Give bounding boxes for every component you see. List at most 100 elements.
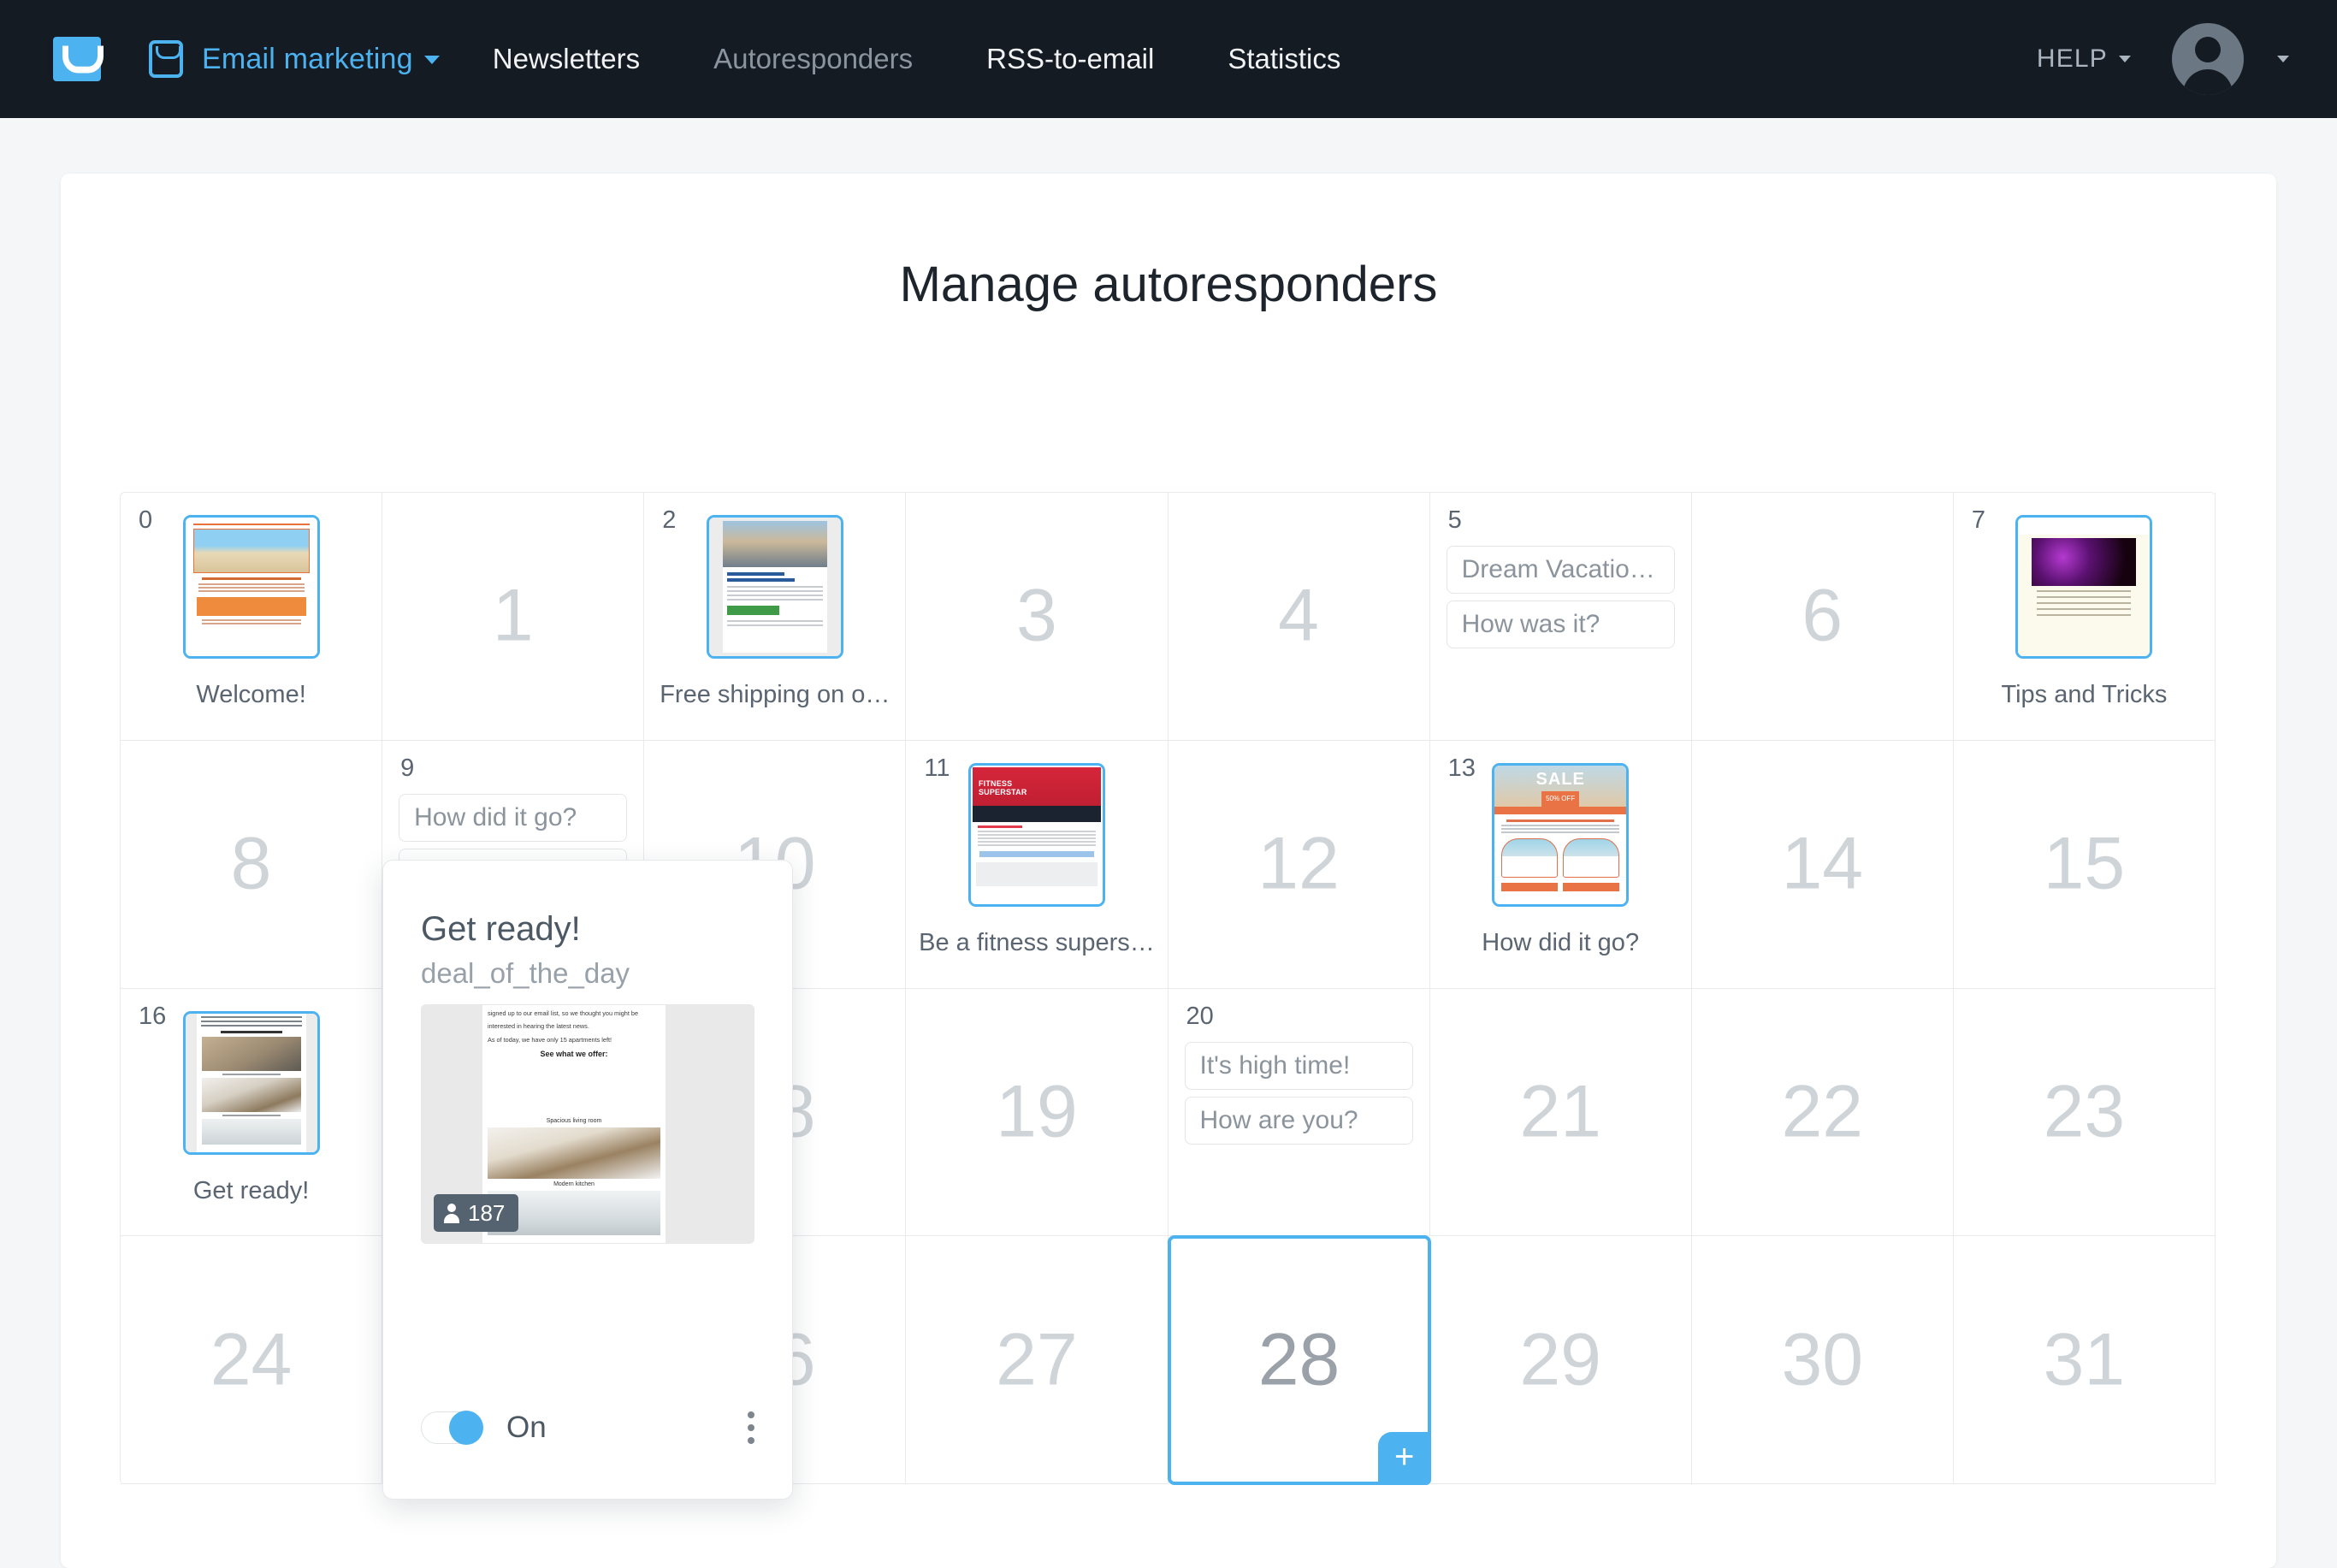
add-autoresponder-button[interactable]: + <box>1377 1432 1431 1485</box>
email-title: Tips and Tricks <box>2001 681 2168 708</box>
calendar-cell-day-20[interactable]: 20 It's high time! How are you? <box>1168 988 1430 1237</box>
nav-right-group: HELP <box>2037 23 2289 95</box>
day-number: 31 <box>2043 1318 2126 1401</box>
email-preview-thumbnail[interactable]: signed up to our email list, so we thoug… <box>421 1004 754 1244</box>
popup-title: Get ready! <box>421 910 581 948</box>
calendar-cell-day-12[interactable]: 12 <box>1168 740 1430 989</box>
avatar[interactable] <box>2172 23 2244 95</box>
calendar-cell-day-16[interactable]: 16 Get ready! <box>121 988 383 1237</box>
day-number: 30 <box>1781 1318 1864 1401</box>
day-number: 12 <box>1257 822 1340 905</box>
autoresponder-pill[interactable]: How are you? <box>1184 1096 1413 1145</box>
preview-line-2: interested in hearing the latest news. <box>488 1022 589 1030</box>
day-number: 19 <box>996 1070 1078 1153</box>
brand-logo-icon[interactable] <box>53 37 101 81</box>
person-icon <box>444 1203 459 1223</box>
calendar-cell-day-8[interactable]: 8 <box>121 740 383 989</box>
nav-link-rss-to-email[interactable]: RSS-to-email <box>986 43 1154 75</box>
day-number: 29 <box>1519 1318 1602 1401</box>
day-number: 7 <box>1971 506 1986 534</box>
day-number: 13 <box>1447 754 1476 782</box>
day-number: 21 <box>1519 1070 1602 1153</box>
calendar-cell-day-2[interactable]: 2 Free shipping on o… <box>644 493 907 741</box>
day-number: 1 <box>492 574 534 657</box>
day-number: 2 <box>662 506 677 534</box>
kebab-menu-icon[interactable] <box>748 1411 754 1444</box>
calendar-cell-day-13[interactable]: 13 SALE 50% OFF How did it go? <box>1429 740 1692 989</box>
calendar-cell-day-5[interactable]: 5 Dream Vacatio… How was it? <box>1429 493 1692 741</box>
nav-link-statistics[interactable]: Statistics <box>1228 43 1340 75</box>
calendar-cell-day-4[interactable]: 4 <box>1168 493 1430 741</box>
calendar-cell-day-6[interactable]: 6 <box>1691 493 1954 741</box>
calendar-cell-day-1[interactable]: 1 <box>382 493 645 741</box>
calendar-cell-day-28[interactable]: 28 + <box>1167 1235 1431 1485</box>
day-number: 20 <box>1186 1002 1214 1030</box>
nav-link-autoresponders[interactable]: Autoresponders <box>713 43 913 75</box>
day-number: 6 <box>1802 574 1843 657</box>
calendar-cell-day-31[interactable]: 31 <box>1953 1236 2216 1484</box>
help-label: HELP <box>2036 44 2108 73</box>
day-number: 16 <box>139 1002 167 1030</box>
toggle-knob <box>449 1411 483 1445</box>
calendar-cell-day-21[interactable]: 21 <box>1429 988 1692 1237</box>
calendar-cell-day-22[interactable]: 22 <box>1691 988 1954 1237</box>
email-title: How did it go? <box>1482 928 1640 956</box>
calendar-cell-day-27[interactable]: 27 <box>906 1236 1168 1484</box>
email-thumbnail[interactable]: SALE 50% OFF <box>1492 762 1630 907</box>
email-thumbnail[interactable] <box>706 515 843 659</box>
calendar-cell-day-11[interactable]: 11 FITNESS SUPERSTAR Be a fitness supers… <box>906 740 1168 989</box>
calendar-cell-day-14[interactable]: 14 <box>1691 740 1954 989</box>
day-number: 28 <box>1257 1318 1340 1401</box>
preview-line-1: signed up to our email list, so we thoug… <box>488 1009 639 1017</box>
day-number: 14 <box>1781 822 1864 905</box>
email-title: Be a fitness supers… <box>919 928 1155 956</box>
email-title: Welcome! <box>196 681 306 708</box>
preview-line-3: As of today, we have only 15 apartments … <box>488 1036 612 1044</box>
calendar-cell-day-0[interactable]: 0 Welcome! <box>121 493 383 741</box>
primary-nav-dropdown[interactable]: Email marketing <box>149 40 440 78</box>
popup-footer: On <box>383 1401 792 1454</box>
calendar-cell-day-23[interactable]: 23 <box>1953 988 2216 1237</box>
calendar-cell-day-3[interactable]: 3 <box>906 493 1168 741</box>
email-title: Get ready! <box>192 1176 310 1204</box>
day-number: 24 <box>210 1318 293 1401</box>
autoresponder-pill[interactable]: How was it? <box>1446 601 1675 648</box>
day-number: 0 <box>139 506 153 534</box>
calendar-cell-day-24[interactable]: 24 <box>121 1236 383 1484</box>
email-thumbnail[interactable]: FITNESS SUPERSTAR <box>967 762 1105 907</box>
chevron-down-icon <box>2119 56 2131 62</box>
preview-caption-1: Spacious living room <box>546 1118 602 1124</box>
day-number: 9 <box>400 754 415 782</box>
calendar-cell-day-29[interactable]: 29 <box>1429 1236 1692 1484</box>
day-number: 3 <box>1016 574 1057 657</box>
autoresponder-pill[interactable]: It's high time! <box>1184 1041 1413 1090</box>
calendar-cell-day-19[interactable]: 19 <box>906 988 1168 1237</box>
calendar-cell-day-7[interactable]: 7 Tips and Tricks <box>1953 493 2216 741</box>
email-thumbnail[interactable] <box>2015 515 2153 659</box>
help-menu[interactable]: HELP <box>2037 44 2131 74</box>
calendar-cell-day-30[interactable]: 30 <box>1691 1236 1954 1484</box>
email-title: Free shipping on o… <box>660 681 890 708</box>
day-number: 15 <box>2043 822 2126 905</box>
day-number: 5 <box>1447 506 1462 534</box>
day-number: 23 <box>2043 1070 2126 1153</box>
subscribers-count: 187 <box>468 1199 506 1226</box>
status-toggle-label: On <box>506 1411 547 1444</box>
preview-heading: See what we offer: <box>540 1050 608 1058</box>
autoresponder-pill[interactable]: How did it go? <box>399 793 628 842</box>
chevron-down-icon <box>423 55 440 64</box>
popup-subtitle: deal_of_the_day <box>421 957 630 989</box>
top-navigation-bar: Email marketing Newsletters Autoresponde… <box>0 0 2337 118</box>
email-thumbnail[interactable] <box>182 1010 320 1155</box>
nav-links: Newsletters Autoresponders RSS-to-email … <box>493 43 1415 75</box>
day-number: 11 <box>924 754 950 782</box>
chevron-down-icon[interactable] <box>2277 56 2289 62</box>
autoresponder-pill[interactable]: Dream Vacatio… <box>1446 546 1675 594</box>
calendar-cell-day-15[interactable]: 15 <box>1953 740 2216 989</box>
status-toggle[interactable] <box>421 1411 483 1445</box>
nav-link-newsletters[interactable]: Newsletters <box>493 43 640 75</box>
preview-image-kitchen <box>488 1127 660 1179</box>
email-thumbnail[interactable] <box>182 515 320 659</box>
day-number: 27 <box>996 1318 1078 1401</box>
envelope-icon <box>149 40 183 78</box>
